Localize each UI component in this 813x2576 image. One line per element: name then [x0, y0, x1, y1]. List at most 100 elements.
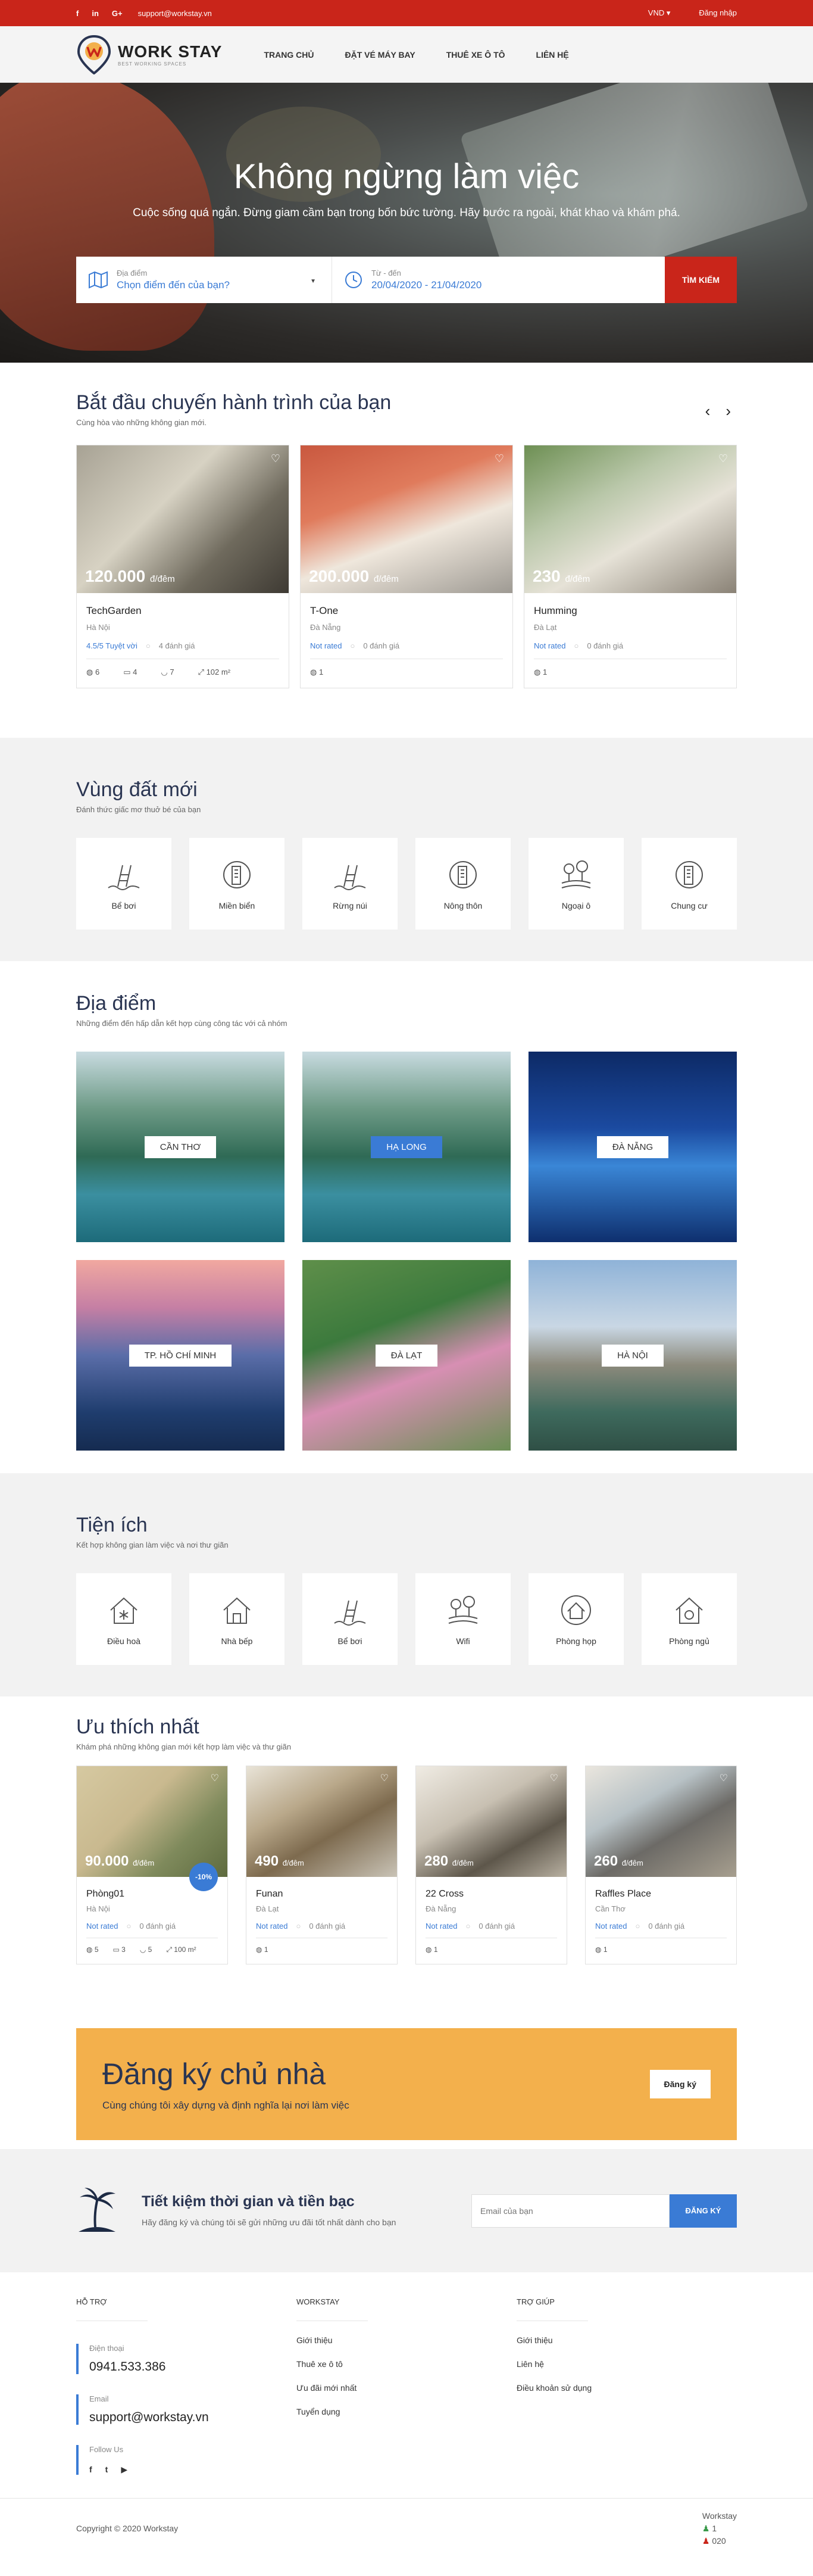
google-plus-icon[interactable]: G+	[112, 9, 123, 18]
listing-name[interactable]: TechGarden	[86, 605, 279, 617]
listing-card[interactable]: ♡ 260 đ/đêm Raffles Place Cần Thơ Not ra…	[585, 1766, 737, 1964]
listing-photo: ♡ 490 đ/đêm	[246, 1766, 397, 1877]
listing-name[interactable]: T-One	[310, 605, 503, 617]
facebook-icon[interactable]: f	[76, 9, 79, 18]
footer-link[interactable]: Tuyển dụng	[296, 2407, 517, 2416]
nav-contact[interactable]: LIÊN HỆ	[536, 50, 569, 60]
listing-name[interactable]: Funan	[256, 1889, 387, 1900]
login-link[interactable]: Đăng nhập	[699, 8, 737, 18]
listing-name[interactable]: 22 Cross	[426, 1889, 557, 1900]
currency-select[interactable]: VND ▾	[648, 8, 671, 18]
date-range-field[interactable]: Từ - đến 20/04/2020 - 21/04/2020	[332, 257, 665, 303]
footer-link[interactable]: Giới thiệu	[517, 2335, 737, 2345]
place-card-ha-long[interactable]: HẠ LONG	[302, 1052, 511, 1242]
heart-icon[interactable]: ♡	[495, 453, 504, 465]
section-subtitle: Kết hợp không gian làm việc và nơi thư g…	[76, 1540, 229, 1549]
region-tile-suburb[interactable]: Ngoại ô	[529, 838, 624, 930]
amenity-label: Nhà bếp	[221, 1636, 253, 1646]
date-value: 20/04/2020 - 21/04/2020	[371, 279, 482, 291]
place-label: HẠ LONG	[371, 1136, 442, 1158]
listing-price: 120.000	[85, 567, 146, 585]
amenity-label: Phòng họp	[556, 1636, 596, 1646]
location-field[interactable]: Địa điểm Chọn điểm đến của bạn? ▼	[76, 257, 332, 303]
newsletter-subtitle: Hãy đăng ký và chúng tôi sẽ gửi những ưu…	[142, 2217, 396, 2227]
heart-icon[interactable]: ♡	[211, 1772, 219, 1784]
journey-section: Bắt đầu chuyến hành trình của bạn Cùng h…	[0, 363, 813, 738]
nav-home[interactable]: TRANG CHỦ	[264, 50, 314, 60]
place-card-da-lat[interactable]: ĐÀ LẠT	[302, 1260, 511, 1451]
region-tile-countryside[interactable]: Nông thôn	[415, 838, 511, 930]
listing-price: 90.000	[85, 1853, 129, 1869]
guests-feature: ◍ 1	[426, 1945, 438, 1954]
nav-car-rental[interactable]: THUÊ XE Ô TÔ	[446, 50, 505, 60]
listing-city: Cần Thơ	[595, 1904, 626, 1913]
place-card-ha-noi[interactable]: HÀ NỘI	[529, 1260, 737, 1451]
linkedin-icon[interactable]: in	[92, 9, 99, 18]
footer-link[interactable]: Ưu đãi mới nhất	[296, 2383, 517, 2393]
carousel-prev-button[interactable]: ‹	[705, 402, 711, 420]
listing-city: Hà Nội	[86, 623, 110, 632]
footer-link[interactable]: Giới thiệu	[296, 2335, 517, 2345]
search-button[interactable]: TÌM KIẾM	[665, 257, 737, 303]
heart-icon[interactable]: ♡	[550, 1772, 558, 1784]
section-title: Ưu thích nhất	[76, 1716, 199, 1738]
heart-icon[interactable]: ♡	[718, 453, 728, 465]
listing-card[interactable]: ♡ 200.000 đ/đêm T-One Đà Nẵng Not rated ○…	[300, 445, 513, 688]
listing-photo: ♡ 120.000 đ/đêm	[77, 445, 289, 593]
listing-card[interactable]: ♡ 90.000 đ/đêm -10% Phòng01 Hà Nội Not r…	[76, 1766, 228, 1964]
heart-icon[interactable]: ♡	[720, 1772, 728, 1784]
place-card-can-tho[interactable]: CẦN THƠ	[76, 1052, 284, 1242]
section-subtitle: Khám phá những không gian mới kết hợp là…	[76, 1742, 292, 1751]
newsletter-email-input[interactable]	[471, 2194, 670, 2228]
listing-card[interactable]: ♡ 120.000 đ/đêm TechGarden Hà Nội 4.5/5 …	[76, 445, 289, 688]
amenity-tile-pool[interactable]: Bể bơi	[302, 1573, 398, 1665]
host-signup-button[interactable]: Đăng ký	[649, 2070, 711, 2098]
region-tile-apartment[interactable]: Chung cư	[642, 838, 737, 930]
beds-feature: ▭ 4	[123, 668, 137, 676]
section-title: Địa điểm	[76, 992, 157, 1015]
online-user-icon: ♟	[702, 2523, 710, 2533]
amenity-tile-wifi[interactable]: Wifi	[415, 1573, 511, 1665]
amenity-tile-kitchen[interactable]: Nhà bếp	[189, 1573, 284, 1665]
logo-pin-icon	[77, 35, 111, 74]
site-logo[interactable]: WORK STAY BEST WORKING SPACES	[76, 35, 222, 74]
hero-title: Không ngừng làm việc	[233, 157, 580, 196]
phone-number[interactable]: 0941.533.386	[89, 2360, 296, 2374]
footer-link[interactable]: Điều khoản sử dụng	[517, 2383, 737, 2393]
footer-link[interactable]: Liên hệ	[517, 2359, 737, 2369]
newsletter-submit-button[interactable]: ĐĂNG KÝ	[670, 2194, 737, 2228]
carousel-next-button[interactable]: ›	[726, 402, 731, 420]
email-address[interactable]: support@workstay.vn	[89, 2410, 296, 2425]
listing-rating: Not rated	[595, 1922, 627, 1931]
nav-flights[interactable]: ĐẶT VÉ MÁY BAY	[345, 50, 415, 60]
facebook-icon[interactable]: f	[89, 2465, 92, 2475]
amenity-label: Phòng ngủ	[669, 1636, 709, 1646]
listing-card[interactable]: ♡ 280 đ/đêm 22 Cross Đà Nẵng Not rated ○ 0…	[415, 1766, 567, 1964]
heart-icon[interactable]: ♡	[271, 453, 280, 465]
listing-name[interactable]: Raffles Place	[595, 1889, 727, 1900]
amenity-tile-air-conditioner[interactable]: Điều hoà	[76, 1573, 171, 1665]
support-email-link[interactable]: support@workstay.vn	[138, 9, 212, 18]
amenity-tile-bedroom[interactable]: Phòng ngủ	[642, 1573, 737, 1665]
region-tile-mountain[interactable]: Rừng núi	[302, 838, 398, 930]
amenity-label: Wifi	[456, 1636, 470, 1646]
listing-card[interactable]: ♡ 230 đ/đêm Humming Đà Lạt Not rated ○ 0 đ…	[524, 445, 737, 688]
place-card-ho-chi-minh[interactable]: TP. HỒ CHÍ MINH	[76, 1260, 284, 1451]
search-bar: Địa điểm Chọn điểm đến của bạn? ▼ Từ - đ…	[76, 257, 737, 303]
region-tile-sea[interactable]: Miền biển	[189, 838, 284, 930]
heart-icon[interactable]: ♡	[380, 1772, 389, 1784]
amenity-tile-meeting-room[interactable]: Phòng họp	[529, 1573, 624, 1665]
listing-reviews: 0 đánh giá	[309, 1922, 346, 1931]
region-tile-pool[interactable]: Bể bơi	[76, 838, 171, 930]
follow-us: Follow Us f t ▶	[76, 2445, 296, 2475]
host-banner: Đăng ký chủ nhà Cùng chúng tôi xây dựng …	[76, 2028, 737, 2140]
listing-name[interactable]: Phòng01	[86, 1889, 218, 1900]
listing-rating: Not rated	[86, 1922, 118, 1931]
place-card-da-nang[interactable]: ĐÀ NẴNG	[529, 1052, 737, 1242]
listing-name[interactable]: Humming	[534, 605, 727, 617]
youtube-icon[interactable]: ▶	[121, 2465, 127, 2475]
footer-link[interactable]: Thuê xe ô tô	[296, 2359, 517, 2369]
listing-card[interactable]: ♡ 490 đ/đêm Funan Đà Lạt Not rated ○ 0 đán…	[246, 1766, 398, 1964]
site-header: WORK STAY BEST WORKING SPACES TRANG CHỦ …	[0, 26, 813, 83]
twitter-icon[interactable]: t	[105, 2465, 108, 2475]
